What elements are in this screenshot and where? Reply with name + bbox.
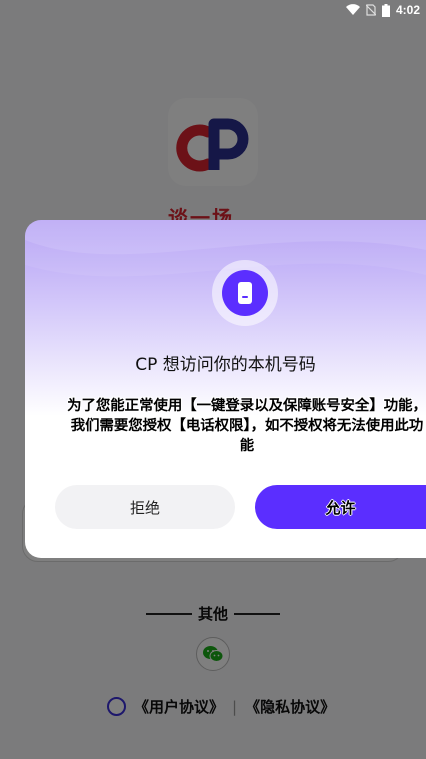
deny-button[interactable]: 拒绝 [55, 485, 235, 529]
battery-icon [381, 3, 390, 17]
phone-icon [238, 282, 252, 304]
phone-icon-badge [212, 260, 278, 326]
status-bar: 4:02 [0, 0, 426, 20]
permission-dialog: CP 想访问你的本机号码 为了您能正常使用【一键登录以及保障账号安全】功能，我们… [25, 220, 426, 558]
allow-button[interactable]: 允许 [255, 485, 426, 529]
dialog-message: 为了您能正常使用【一键登录以及保障账号安全】功能，我们需要您授权【电话权限】，如… [67, 398, 426, 454]
phone-icon-circle [222, 270, 268, 316]
no-sim-icon [365, 4, 376, 16]
wifi-icon [345, 4, 360, 16]
dialog-title: CP 想访问你的本机号码 [135, 355, 316, 375]
status-time: 4:02 [395, 3, 420, 17]
